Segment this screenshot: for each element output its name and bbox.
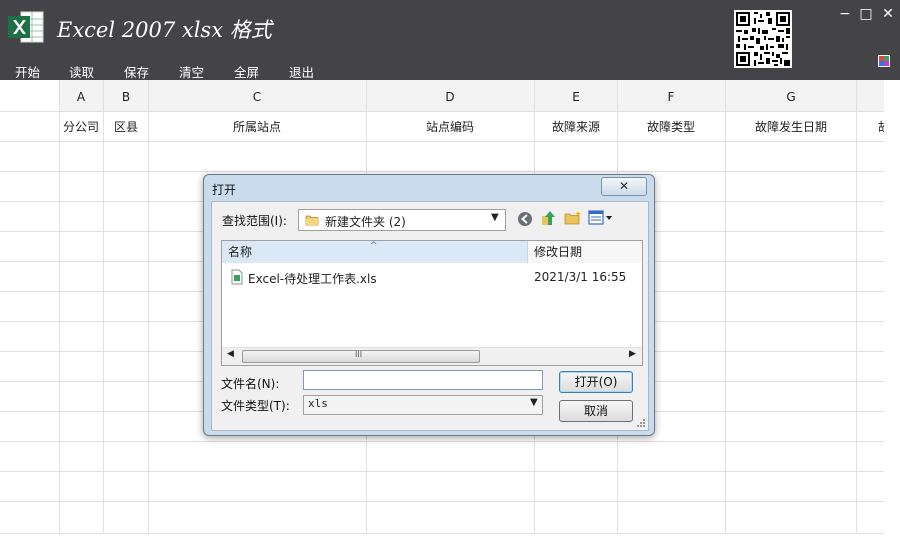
cell-header-station[interactable]: 所属站点 xyxy=(233,120,281,134)
column-header-e[interactable]: E xyxy=(572,90,580,104)
filetype-arrow-icon[interactable]: ▼ xyxy=(530,397,538,408)
filetype-label: 文件类型(T): xyxy=(221,399,290,413)
column-header-c[interactable]: C xyxy=(253,90,261,104)
filetype-select[interactable]: xls ▼ xyxy=(303,395,543,415)
column-header-f[interactable]: F xyxy=(668,90,675,104)
column-header-d[interactable]: D xyxy=(445,90,454,104)
horizontal-scrollbar[interactable]: ◀ III ▶ xyxy=(222,347,642,365)
look-in-value: 新建文件夹 (2) xyxy=(325,215,406,229)
column-header-g[interactable]: G xyxy=(786,90,795,104)
sheet-bottom-border xyxy=(0,533,884,534)
open-button[interactable]: 打开(O) xyxy=(559,371,633,393)
filename-input[interactable] xyxy=(303,370,543,390)
name-column-header[interactable]: 名称 ^ xyxy=(222,241,528,263)
qr-code-icon xyxy=(734,10,792,68)
menu-save[interactable]: 保存 xyxy=(124,62,149,81)
look-in-label: 查找范围(I): xyxy=(222,214,287,228)
dialog-title: 打开 xyxy=(212,183,237,197)
folder-icon xyxy=(305,215,319,226)
combo-arrow-icon[interactable]: ▼ xyxy=(491,212,499,223)
scroll-left-icon[interactable]: ◀ xyxy=(227,349,234,359)
minimize-button[interactable]: − xyxy=(837,6,853,22)
resize-grip-icon[interactable] xyxy=(636,418,646,428)
excel-file-icon xyxy=(231,269,243,285)
column-header-a[interactable]: A xyxy=(77,90,86,104)
menu-clear[interactable]: 清空 xyxy=(179,62,204,81)
dialog-body: 查找范围(I): 新建文件夹 (2) ▼ 名称 ^ 修改日期 Excel-待处理… xyxy=(211,201,649,431)
excel-logo-icon xyxy=(8,11,44,43)
scrollbar-thumb[interactable]: III xyxy=(242,350,480,363)
app-title: Excel 2007 xlsx 格式 xyxy=(57,18,272,42)
cell-header-fault-source[interactable]: 故障来源 xyxy=(552,119,600,134)
close-button[interactable]: ✕ xyxy=(880,6,896,22)
right-edge xyxy=(884,80,900,550)
back-icon[interactable] xyxy=(517,211,533,227)
view-menu-icon[interactable] xyxy=(588,210,614,226)
file-name: Excel-待处理工作表.xls xyxy=(248,272,377,286)
filename-label: 文件名(N): xyxy=(221,377,280,391)
menu-read[interactable]: 读取 xyxy=(69,62,94,81)
scroll-right-icon[interactable]: ▶ xyxy=(629,349,636,359)
filetype-value: xls xyxy=(308,397,328,410)
column-header-b[interactable]: B xyxy=(122,90,130,104)
menu-fullscreen[interactable]: 全屏 xyxy=(234,62,259,81)
open-file-dialog: 打开 ✕ 查找范围(I): 新建文件夹 (2) ▼ 名称 ^ 修改日期 Exce… xyxy=(203,174,655,436)
look-in-combo[interactable]: 新建文件夹 (2) ▼ xyxy=(298,209,506,231)
scroll-grip: III xyxy=(355,350,363,359)
cell-header-station-code[interactable]: 站点编码 xyxy=(426,119,474,134)
file-list[interactable]: 名称 ^ 修改日期 Excel-待处理工作表.xls 2021/3/1 16:5… xyxy=(221,240,643,366)
cell-header-district[interactable]: 区县 xyxy=(114,120,138,134)
new-folder-icon[interactable] xyxy=(564,210,582,226)
cancel-button[interactable]: 取消 xyxy=(559,400,633,422)
dialog-close-button[interactable]: ✕ xyxy=(601,177,647,196)
palette-icon[interactable] xyxy=(878,55,890,67)
cell-header-fault-date[interactable]: 故障发生日期 xyxy=(755,119,827,134)
modified-column-header[interactable]: 修改日期 xyxy=(528,241,642,263)
cell-header-branch[interactable]: 分公司 xyxy=(63,120,99,134)
maximize-button[interactable]: □ xyxy=(858,6,874,22)
menu-start[interactable]: 开始 xyxy=(15,62,40,81)
menu-exit[interactable]: 退出 xyxy=(289,62,314,81)
file-modified: 2021/3/1 16:55 xyxy=(534,270,627,284)
up-folder-icon[interactable] xyxy=(540,209,558,227)
file-row[interactable]: Excel-待处理工作表.xls 2021/3/1 16:55 xyxy=(222,267,642,287)
cell-header-fault-type[interactable]: 故障类型 xyxy=(647,119,695,134)
sort-ascending-icon: ^ xyxy=(370,241,378,251)
